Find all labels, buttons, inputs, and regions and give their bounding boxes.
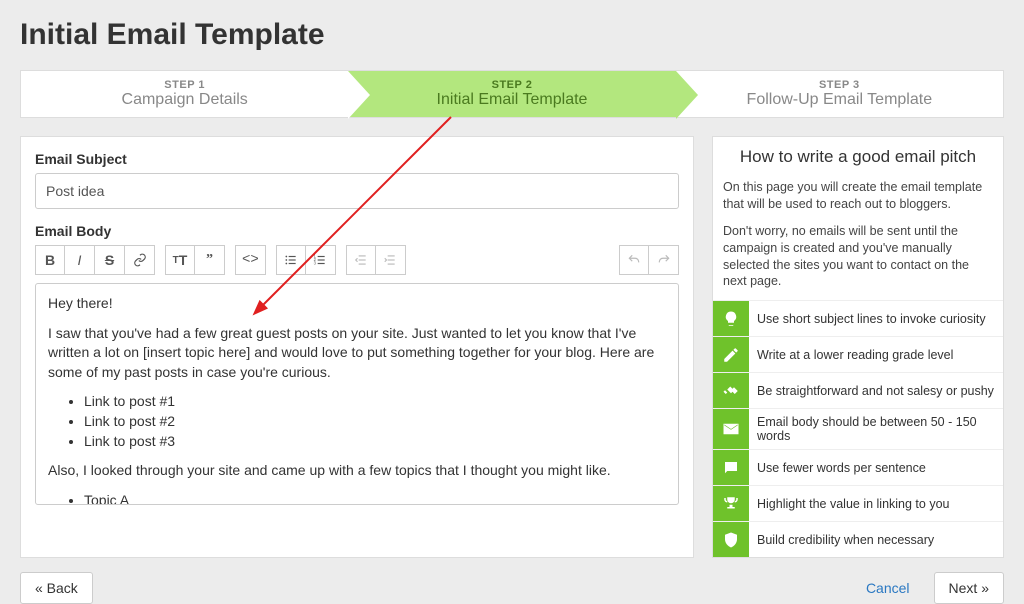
outdent-icon (354, 253, 368, 267)
body-topics-list: Topic A Topic B Topic C (48, 491, 666, 505)
tip-row: Use fewer words per sentence (713, 449, 1003, 485)
outdent-button[interactable] (346, 245, 376, 275)
step-num: STEP 1 (164, 79, 205, 91)
step-campaign-details[interactable]: STEP 1 Campaign Details (21, 71, 348, 117)
sidebar-title: How to write a good email pitch (713, 147, 1003, 167)
steps-nav: STEP 1 Campaign Details STEP 2 Initial E… (20, 70, 1004, 118)
email-subject-input[interactable] (35, 173, 679, 209)
body-greeting: Hey there! (48, 294, 666, 314)
undo-icon (627, 253, 641, 267)
step-num: STEP 2 (492, 79, 533, 91)
ol-icon: 123 (313, 253, 327, 267)
handshake-icon (713, 373, 749, 408)
tip-row: Email body should be between 50 - 150 wo… (713, 408, 1003, 449)
step-label: Initial Email Template (437, 91, 588, 109)
link-button[interactable] (125, 245, 155, 275)
email-subject-label: Email Subject (35, 151, 679, 167)
list-item: Link to post #3 (84, 432, 666, 452)
sidebar-intro1: On this page you will create the email t… (713, 179, 1003, 213)
footer-actions: « Back Cancel Next » (20, 572, 1004, 604)
blockquote-button[interactable]: ” (195, 245, 225, 275)
tip-text: Email body should be between 50 - 150 wo… (749, 409, 1003, 449)
editor-toolbar: B I S TT ” <> (35, 245, 679, 275)
tip-row: Use short subject lines to invoke curios… (713, 300, 1003, 336)
list-item: Link to post #2 (84, 412, 666, 432)
body-para1: I saw that you've had a few great guest … (48, 324, 666, 383)
next-button[interactable]: Next » (934, 572, 1004, 604)
step-initial-email[interactable]: STEP 2 Initial Email Template (348, 71, 675, 117)
body-links-list: Link to post #1 Link to post #2 Link to … (48, 392, 666, 451)
tip-text: Highlight the value in linking to you (749, 491, 1003, 517)
cancel-button[interactable]: Cancel (852, 572, 924, 604)
list-item: Link to post #1 (84, 392, 666, 412)
envelope-icon (713, 409, 749, 449)
tip-text: Use short subject lines to invoke curios… (749, 306, 1003, 332)
redo-icon (657, 253, 671, 267)
tip-row: Highlight the value in linking to you (713, 485, 1003, 521)
step-label: Campaign Details (122, 91, 248, 109)
font-size-button[interactable]: TT (165, 245, 195, 275)
indent-button[interactable] (376, 245, 406, 275)
back-button[interactable]: « Back (20, 572, 93, 604)
indent-icon (383, 253, 397, 267)
step-label: Follow-Up Email Template (747, 91, 933, 109)
sidebar-intro2: Don't worry, no emails will be sent unti… (713, 223, 1003, 291)
editor-panel: Email Subject Email Body B I S TT ” (20, 136, 694, 558)
tip-row: Be straightforward and not salesy or pus… (713, 372, 1003, 408)
bold-button[interactable]: B (35, 245, 65, 275)
email-body-editor[interactable]: Hey there! I saw that you've had a few g… (35, 283, 679, 505)
strikethrough-button[interactable]: S (95, 245, 125, 275)
redo-button[interactable] (649, 245, 679, 275)
italic-button[interactable]: I (65, 245, 95, 275)
body-para2: Also, I looked through your site and cam… (48, 461, 666, 481)
pencil-icon (713, 337, 749, 372)
tip-text: Be straightforward and not salesy or pus… (749, 378, 1003, 404)
list-item: Topic A (84, 491, 666, 505)
unordered-list-button[interactable] (276, 245, 306, 275)
svg-text:3: 3 (314, 261, 317, 266)
comment-icon (713, 450, 749, 485)
lightbulb-icon (713, 301, 749, 336)
link-icon (133, 253, 147, 267)
undo-button[interactable] (619, 245, 649, 275)
trophy-icon (713, 486, 749, 521)
ul-icon (284, 253, 298, 267)
tip-text: Build credibility when necessary (749, 527, 1003, 553)
step-num: STEP 3 (819, 79, 860, 91)
code-button[interactable]: <> (235, 245, 266, 275)
page-title: Initial Email Template (20, 18, 1004, 52)
tips-sidebar: How to write a good email pitch On this … (712, 136, 1004, 558)
email-body-label: Email Body (35, 223, 679, 239)
tip-row: Build credibility when necessary (713, 521, 1003, 557)
tip-text: Write at a lower reading grade level (749, 342, 1003, 368)
shield-icon (713, 522, 749, 557)
step-follow-up[interactable]: STEP 3 Follow-Up Email Template (676, 71, 1003, 117)
tip-row: Write at a lower reading grade level (713, 336, 1003, 372)
tip-text: Use fewer words per sentence (749, 455, 1003, 481)
ordered-list-button[interactable]: 123 (306, 245, 336, 275)
